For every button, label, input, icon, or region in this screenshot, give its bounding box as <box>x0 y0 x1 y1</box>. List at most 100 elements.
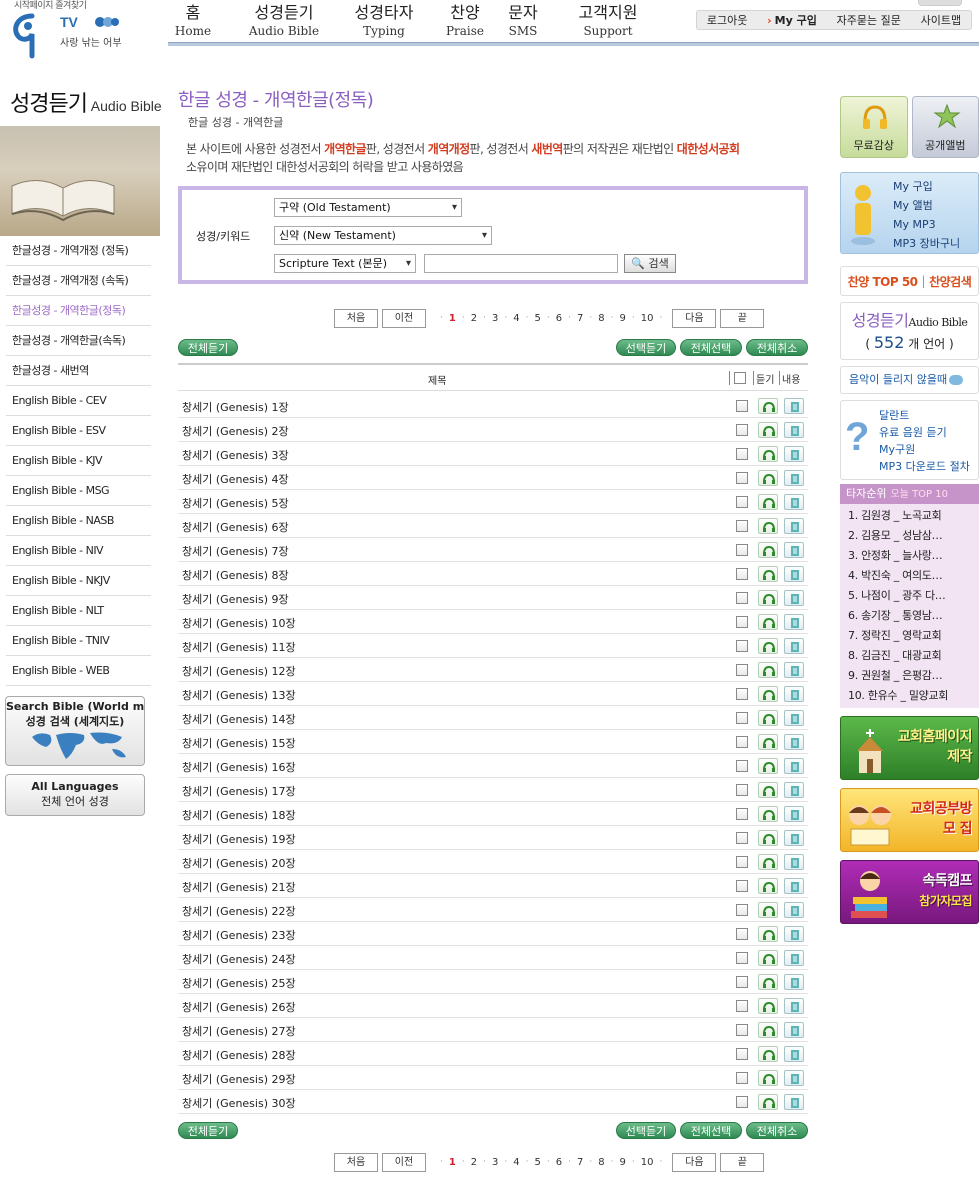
old-testament-select[interactable]: 구약 (Old Testament) <box>274 198 462 217</box>
row-checkbox[interactable] <box>736 856 748 868</box>
content-button[interactable] <box>784 878 804 894</box>
gnb-audio-bible[interactable]: 성경듣기 Audio Bible <box>234 2 334 44</box>
left-menu-item[interactable]: 한글성경 - 개역한글(정독) <box>6 296 151 326</box>
pager-prev-button[interactable]: 이전 <box>382 308 426 328</box>
content-button[interactable] <box>784 926 804 942</box>
row-checkbox[interactable] <box>736 568 748 580</box>
logout-link[interactable]: 로그아웃 <box>707 12 747 28</box>
my-menu-item[interactable]: My 구입 <box>893 177 960 196</box>
row-checkbox[interactable] <box>736 400 748 412</box>
listen-button[interactable] <box>758 1094 778 1110</box>
chapter-title-link[interactable]: 창세기 (Genesis) 11장 <box>182 639 296 655</box>
chapter-title-link[interactable]: 창세기 (Genesis) 1장 <box>182 399 289 415</box>
row-checkbox[interactable] <box>736 664 748 676</box>
select-all-button[interactable]: 전체선택 <box>680 339 742 356</box>
content-button[interactable] <box>784 974 804 990</box>
pager-page-7[interactable]: 7 <box>577 1157 583 1168</box>
sitemap-link[interactable]: 사이트맵 <box>921 12 961 28</box>
pager-page-2[interactable]: 2 <box>471 313 477 324</box>
row-checkbox[interactable] <box>736 904 748 916</box>
church-homepage-banner[interactable]: 교회홈페이지 제작 <box>840 716 979 780</box>
content-button[interactable] <box>784 470 804 486</box>
listen-button[interactable] <box>758 974 778 990</box>
left-menu-item[interactable]: English Bible - KJV <box>6 446 151 476</box>
left-menu-item[interactable]: English Bible - NASB <box>6 506 151 536</box>
listen-button[interactable] <box>758 902 778 918</box>
listen-button[interactable] <box>758 638 778 654</box>
search-type-select[interactable]: Scripture Text (본문) <box>274 254 416 273</box>
content-button[interactable] <box>784 734 804 750</box>
content-button[interactable] <box>784 686 804 702</box>
gnb-home[interactable]: 홈 Home <box>168 2 218 44</box>
pager-page-1[interactable]: 1 <box>449 313 456 324</box>
content-button[interactable] <box>784 1070 804 1086</box>
chapter-title-link[interactable]: 창세기 (Genesis) 15장 <box>182 735 296 751</box>
pager-page-8[interactable]: 8 <box>598 1157 604 1168</box>
left-menu-item[interactable]: English Bible - ESV <box>6 416 151 446</box>
listen-button[interactable] <box>758 422 778 438</box>
listen-button[interactable] <box>758 878 778 894</box>
listen-button[interactable] <box>758 1046 778 1062</box>
audio-bible-box[interactable]: 성경듣기Audio Bible ( 552 개 언어 ) <box>840 302 979 360</box>
left-menu-item[interactable]: English Bible - TNIV <box>6 626 151 656</box>
row-checkbox[interactable] <box>736 832 748 844</box>
listen-button[interactable] <box>758 758 778 774</box>
row-checkbox[interactable] <box>736 544 748 556</box>
pager-page-10[interactable]: 10 <box>641 1157 654 1168</box>
row-checkbox[interactable] <box>736 880 748 892</box>
listen-all-button[interactable]: 전체듣기 <box>178 1122 238 1139</box>
listen-button[interactable] <box>758 542 778 558</box>
search-button[interactable]: 🔍 검색 <box>624 254 676 273</box>
chapter-title-link[interactable]: 창세기 (Genesis) 23장 <box>182 927 296 943</box>
pager-last-button[interactable]: 끝 <box>720 1152 765 1172</box>
pager-page-8[interactable]: 8 <box>598 313 604 324</box>
listen-all-button[interactable]: 전체듣기 <box>178 339 238 356</box>
pager-last-button[interactable]: 끝 <box>720 308 765 328</box>
listen-button[interactable] <box>758 470 778 486</box>
study-room-banner[interactable]: 교회공부방 모 집 <box>840 788 979 852</box>
content-button[interactable] <box>784 1046 804 1062</box>
row-checkbox[interactable] <box>736 616 748 628</box>
left-menu-item[interactable]: English Bible - MSG <box>6 476 151 506</box>
chapter-title-link[interactable]: 창세기 (Genesis) 20장 <box>182 855 296 871</box>
world-map-search-button[interactable]: Search Bible (World map) 성경 검색 (세계지도) <box>5 696 145 766</box>
content-button[interactable] <box>784 1094 804 1110</box>
row-checkbox[interactable] <box>736 496 748 508</box>
chapter-title-link[interactable]: 창세기 (Genesis) 18장 <box>182 807 296 823</box>
content-button[interactable] <box>784 710 804 726</box>
listen-button[interactable] <box>758 494 778 510</box>
chapter-title-link[interactable]: 창세기 (Genesis) 21장 <box>182 879 296 895</box>
row-checkbox[interactable] <box>736 1096 748 1108</box>
content-button[interactable] <box>784 998 804 1014</box>
row-checkbox[interactable] <box>736 808 748 820</box>
pager-page-3[interactable]: 3 <box>492 1157 498 1168</box>
my-menu-item[interactable]: My MP3 <box>893 215 960 234</box>
pager-page-10[interactable]: 10 <box>641 313 654 324</box>
listen-button[interactable] <box>758 998 778 1014</box>
listen-button[interactable] <box>758 686 778 702</box>
content-button[interactable] <box>784 494 804 510</box>
chapter-title-link[interactable]: 창세기 (Genesis) 13장 <box>182 687 296 703</box>
left-menu-item[interactable]: English Bible - CEV <box>6 386 151 416</box>
chapter-title-link[interactable]: 창세기 (Genesis) 6장 <box>182 519 289 535</box>
row-checkbox[interactable] <box>736 1000 748 1012</box>
content-button[interactable] <box>784 518 804 534</box>
my-menu-item[interactable]: MP3 장바구니 <box>893 234 960 253</box>
help-link[interactable]: MP3 다운로드 절차 <box>879 458 970 475</box>
row-checkbox[interactable] <box>736 448 748 460</box>
free-listen-button[interactable]: 무료감상 <box>840 96 908 158</box>
content-button[interactable] <box>784 806 804 822</box>
cancel-all-button[interactable]: 전체취소 <box>746 339 808 356</box>
pager-page-9[interactable]: 9 <box>619 1157 625 1168</box>
my-buy-link[interactable]: My 구입 <box>767 12 817 28</box>
row-checkbox[interactable] <box>736 688 748 700</box>
speed-reading-camp-banner[interactable]: 속독캠프 참가자모집 <box>840 860 979 924</box>
listen-button[interactable] <box>758 398 778 414</box>
gnb-praise[interactable]: 찬양 Praise <box>440 2 490 44</box>
content-button[interactable] <box>784 854 804 870</box>
listen-button[interactable] <box>758 614 778 630</box>
listen-selected-button[interactable]: 선택듣기 <box>616 1122 676 1139</box>
chapter-title-link[interactable]: 창세기 (Genesis) 30장 <box>182 1095 296 1111</box>
left-menu-item[interactable]: English Bible - NLT <box>6 596 151 626</box>
help-link[interactable]: 달란트 <box>879 407 970 424</box>
